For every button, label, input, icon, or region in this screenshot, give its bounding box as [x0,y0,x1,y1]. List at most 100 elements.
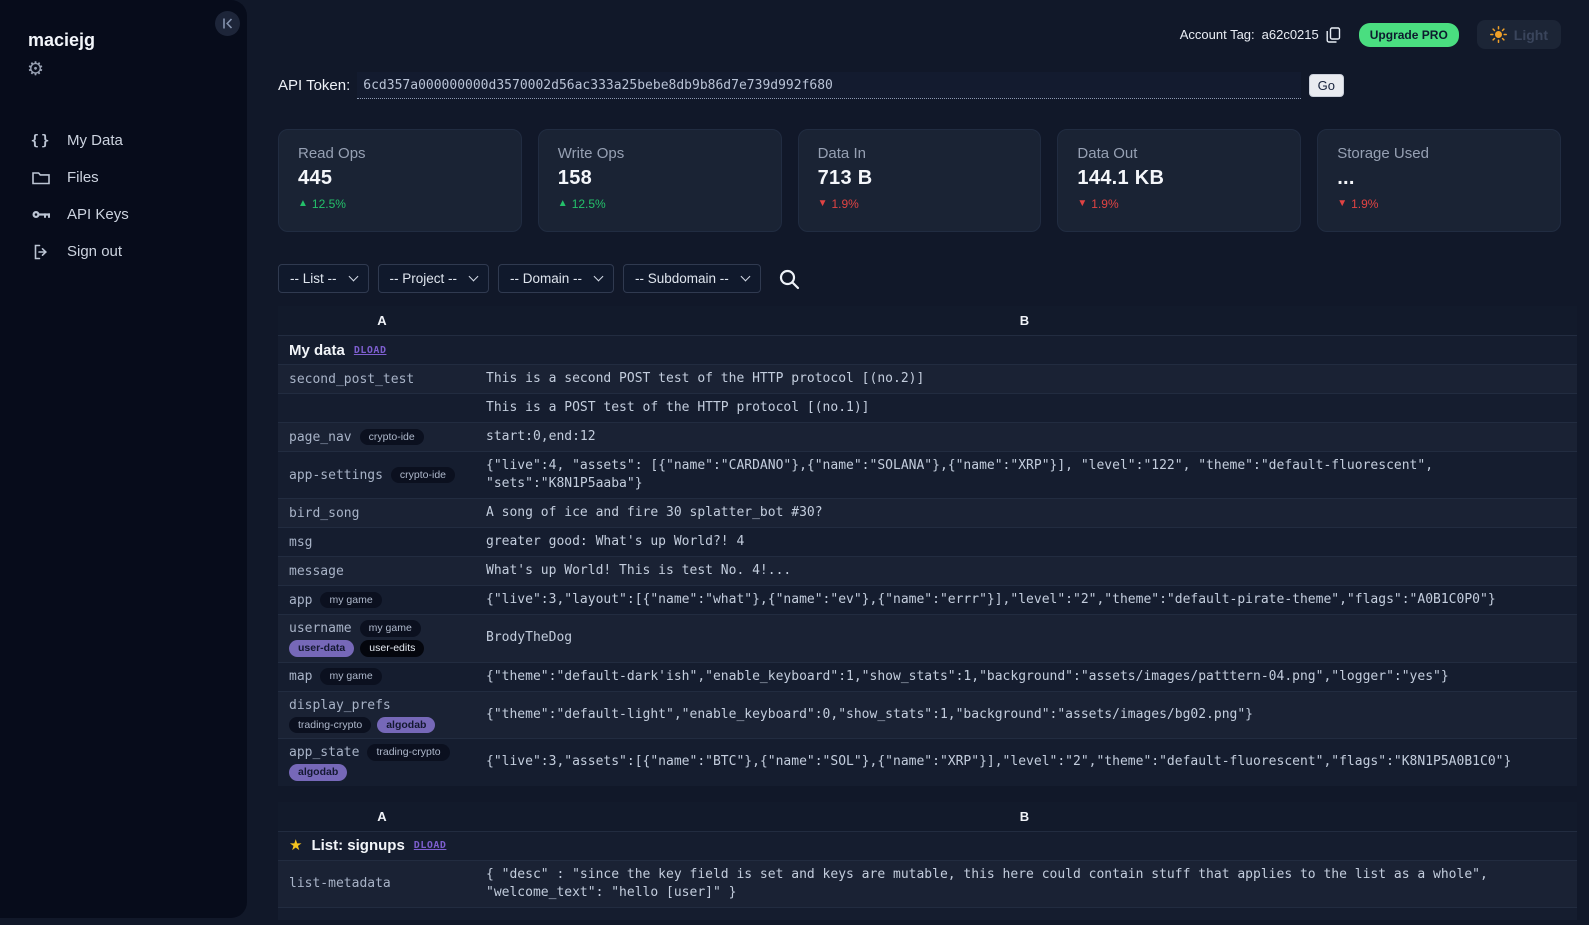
row-key: display_prefs [289,697,391,713]
braces-icon: {} [30,132,52,149]
triangle-down-icon: ▼ [1077,198,1088,209]
badge-my-game: my game [359,620,421,637]
stat-card-delta: ▲ 12.5% [298,197,502,211]
star-icon: ★ [289,837,303,854]
list-filter-select[interactable]: -- List -- [278,264,369,293]
row-value: BrodyTheDog [486,630,573,646]
badge-my-game: my game [320,668,382,685]
row-value: What's up World! This is test No. 4!... [486,563,792,578]
subdomain-filter-select[interactable]: -- Subdomain -- [623,264,761,293]
stat-card-delta-value: 12.5% [571,197,606,211]
table-title-row: My data DLOAD [278,335,1577,364]
stat-card-value: 158 [557,167,593,189]
project-filter-select[interactable]: -- Project -- [377,264,489,293]
stat-card-write-ops: Write Ops 158 ▲ 12.5% [537,129,782,232]
stat-card-title: Data In [817,145,866,162]
filters-row: -- List -- -- Project -- -- Domain -- --… [278,264,1589,293]
data-table-my-data: A B My data DLOAD second_post_test This is a … [278,306,1577,786]
project-filter-value: -- Project -- [389,271,458,286]
table-header-row: AB [278,306,1577,335]
dload-link[interactable]: DLOAD [354,345,387,356]
row-key: map [289,669,313,684]
stat-card-title: Storage Used [1337,145,1429,162]
badge-crypto-ide: crypto-ide [359,428,424,446]
badge-user-data: user-data [289,640,355,657]
sidebar-item-api-keys[interactable]: API Keys [0,196,247,233]
badge-crypto-ide: crypto-ide [390,466,456,484]
table-row: msg greater good: What's up World?! 4 [278,527,1577,556]
badge-trading-crypto: trading-crypto [367,744,450,761]
upgrade-pro-button[interactable]: Upgrade PRO [1358,22,1459,47]
stat-card-title: Read Ops [298,145,366,162]
copy-icon[interactable] [1326,26,1341,43]
table-row: message What's up World! This is test No.… [278,556,1577,585]
chevron-down-icon [740,271,751,282]
sidebar-item-label: My Data [67,132,123,149]
table-row: app-settings crypto-ide {"live":4, "assets… [278,451,1577,498]
sun-icon [1489,26,1507,43]
row-value: greater good: What's up World?! 4 [486,534,745,549]
sidebar-item-sign-out[interactable]: Sign out [0,233,247,270]
column-header-b: B [1019,808,1030,824]
folder-icon [31,170,51,185]
triangle-down-icon: ▼ [1337,198,1348,209]
data-table-list-signups: A B ★ List: signups DLOAD list-metadata{ "des… [278,801,1577,920]
stat-card-value: 144.1 KB [1077,167,1165,189]
collapse-sidebar-icon [222,18,234,29]
domain-filter-select[interactable]: -- Domain -- [498,264,615,293]
sidebar-nav: {} My Data Files API Keys Sign out [0,122,247,270]
go-button[interactable]: Go [1308,74,1344,97]
stat-card-delta: ▼ 1.9% [1337,197,1541,211]
row-value: {"theme":"default-light","enable_keyboar… [486,706,1254,722]
badge-trading-crypto: trading-crypto [289,716,372,733]
api-token-label: API Token: [278,77,351,94]
stat-card-delta: ▼ 1.9% [1077,197,1281,211]
stat-card-data-out: Data Out 144.1 KB ▼ 1.9% [1057,129,1302,232]
sidebar-item-label: API Keys [67,206,129,223]
subdomain-filter-value: -- Subdomain -- [635,271,729,286]
stat-card-value: ... [1337,167,1355,189]
badge-algodab: algodab [289,764,348,781]
theme-toggle-label: Light [1513,26,1548,43]
row-value: This is a second POST test of the HTTP p… [486,371,925,386]
row-value: { "desc" : "since the key field is set a… [486,866,1488,900]
key-icon [31,208,51,221]
table-row: This is a POST test of the HTTP protocol… [278,393,1577,422]
row-key: second_post_test [289,371,415,387]
row-value: {"theme":"default-dark'ish","enable_keyb… [486,668,1449,684]
dload-link[interactable]: DLOAD [414,840,447,851]
row-key: message [289,563,344,579]
gear-icon[interactable]: ⚙ [27,60,44,79]
table-row: map my game {"theme":"default-dark'ish","e… [278,661,1577,691]
row-key: app [289,592,313,608]
row-key: msg [289,534,313,550]
account-tag: Account Tag: a62c0215 [1179,26,1341,43]
signout-icon [31,244,51,260]
search-icon[interactable] [778,268,800,290]
stat-card-data-in: Data In 713 B ▼ 1.9% [797,129,1042,232]
table-row-partial [278,906,1577,920]
theme-toggle-button[interactable]: Light [1476,20,1561,49]
table-row: display_prefs trading-crypto algodab {"them… [278,690,1577,738]
sidebar-item-my-data[interactable]: {} My Data [0,122,247,159]
row-value: start:0,end:12 [486,429,596,444]
column-header-b: B [1019,313,1030,328]
stat-card-title: Data Out [1077,145,1138,162]
stat-card-storage-used: Storage Used... ▼ 1.9% [1317,129,1561,232]
sidebar-item-files[interactable]: Files [0,159,247,196]
account-tag-label: Account Tag: [1179,27,1255,42]
row-value: {"live":4, "assets": [{"name":"CARDANO"}… [486,458,1434,491]
api-token-input[interactable] [357,72,1301,99]
table-row: bird_song A song of ice and fire 30 splat… [278,498,1577,527]
stat-card-delta-value: 1.9% [1351,197,1379,211]
stat-card-value: 713 B [817,167,873,189]
row-key: page_nav [289,429,352,445]
stat-card-delta-value: 1.9% [1091,197,1119,211]
stats-row: Read Ops 445 ▲ 12.5% Write Ops 158 ▲ 12.5% Data … [278,129,1561,232]
table-row: app_state trading-crypto algodab {"live":3,… [278,738,1577,786]
column-header-a: A [377,313,387,328]
stat-card-delta: ▼ 1.9% [818,197,1022,211]
badge-algodab: algodab [377,716,436,733]
sidebar-collapse-button[interactable] [215,11,240,36]
sidebar-username: maciejg [28,30,96,50]
